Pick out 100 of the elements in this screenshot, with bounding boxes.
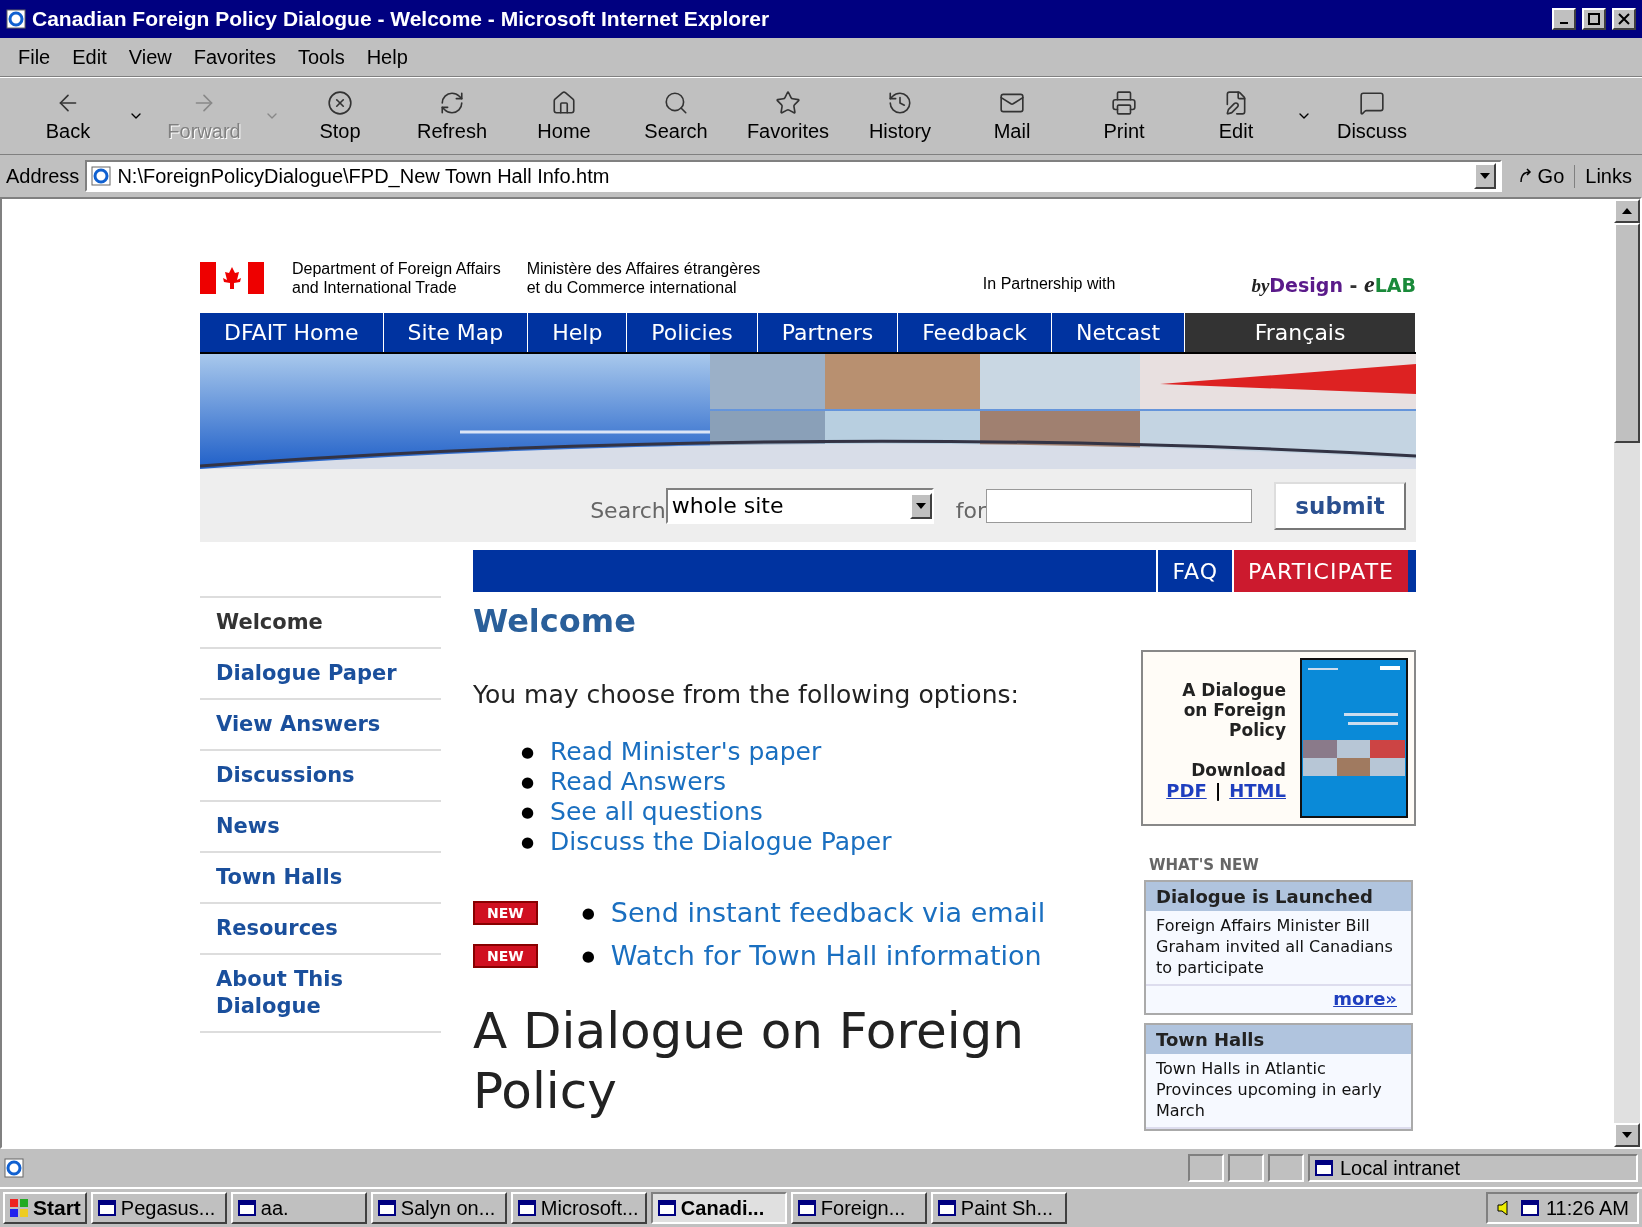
toolbar-button[interactable]: Back — [12, 89, 124, 143]
nav-link[interactable]: Feedback — [898, 313, 1052, 352]
dropdown-button[interactable] — [1473, 163, 1496, 189]
refresh-icon — [439, 89, 465, 116]
go-button[interactable]: Go — [1507, 164, 1576, 188]
pdf-link[interactable]: PDF — [1166, 780, 1207, 801]
search-label: Search — [590, 497, 666, 523]
history-icon — [887, 89, 913, 116]
app-icon — [516, 1198, 537, 1218]
status-pane — [1188, 1154, 1224, 1182]
more-link[interactable]: more» — [1146, 986, 1411, 1013]
home-icon — [551, 89, 577, 116]
sidebar-item[interactable]: About This Dialogue — [200, 953, 441, 1031]
app-icon — [656, 1198, 677, 1218]
option-link[interactable]: See all questions — [550, 797, 763, 827]
printer-icon — [1111, 89, 1137, 116]
page-icon — [4, 1158, 24, 1178]
minimize-button[interactable] — [1552, 8, 1576, 30]
toolbar-button[interactable]: Stop — [284, 89, 396, 143]
news-text: Foreign Affairs Minister Bill Graham invited all Canadians to participate — [1146, 911, 1411, 986]
nav-link[interactable]: Site Map — [383, 313, 529, 352]
dropdown-arrow-icon — [915, 502, 926, 509]
sidebar-item[interactable]: View Answers — [200, 698, 441, 749]
maximize-icon — [1588, 13, 1600, 25]
toolbar-button[interactable]: Search — [620, 89, 732, 143]
sidebar-item[interactable]: Welcome — [200, 596, 441, 647]
sidebar-item[interactable]: Dialogue Paper — [200, 647, 441, 698]
scroll-up-button[interactable] — [1614, 199, 1640, 223]
windows-logo-icon — [9, 1198, 29, 1218]
partnership-label: In Partnership with — [982, 274, 1116, 293]
option-link[interactable]: Read Answers — [550, 767, 726, 797]
option-link[interactable]: Read Minister's paper — [550, 737, 822, 767]
sidebar-item[interactable]: Resources — [200, 902, 441, 953]
go-arrow-icon — [1517, 168, 1534, 184]
taskbar-button[interactable]: Canadi... — [650, 1192, 787, 1224]
toolbar-button[interactable]: Refresh — [396, 89, 508, 143]
action-link[interactable]: PARTICIPATE — [1232, 550, 1408, 592]
bullet: ● — [581, 946, 595, 965]
html-link[interactable]: HTML — [1229, 780, 1286, 801]
scroll-down-button[interactable] — [1614, 1123, 1640, 1147]
scope-select[interactable]: whole site — [665, 487, 934, 524]
taskbar-button[interactable]: Paint Sh... — [930, 1192, 1067, 1224]
discuss-icon — [1359, 89, 1385, 116]
toolbar-button[interactable]: Edit — [1180, 89, 1292, 143]
department-name: Ministère des Affaires étrangères et du Commerce international — [526, 259, 761, 297]
window-title: Canadian Foreign Policy Dialogue - Welcome - Microsoft Internet Explorer — [32, 7, 771, 31]
close-button[interactable] — [1612, 8, 1636, 30]
scroll-thumb[interactable] — [1614, 223, 1640, 443]
app-icon — [236, 1198, 257, 1218]
nav-link[interactable]: Policies — [627, 313, 758, 352]
menu-item[interactable]: View — [120, 43, 180, 71]
menu-item[interactable]: File — [10, 43, 59, 71]
links-button[interactable]: Links — [1581, 164, 1636, 188]
app-icon — [376, 1198, 397, 1218]
clock: 11:26 AM — [1545, 1196, 1629, 1220]
toolbar-button[interactable]: History — [844, 89, 956, 143]
app-icon — [936, 1198, 957, 1218]
nav-link[interactable]: DFAIT Home — [200, 313, 384, 352]
dropdown-button[interactable] — [909, 492, 932, 519]
sidebar-item[interactable]: News — [200, 800, 441, 851]
minimize-icon — [1560, 22, 1568, 24]
news-link[interactable]: Watch for Town Hall information — [610, 940, 1042, 971]
new-badge: NEW — [473, 943, 538, 968]
bullet: ● — [521, 772, 535, 793]
toolbar-button[interactable]: Print — [1068, 89, 1180, 143]
taskbar-button[interactable]: Microsoft... — [510, 1192, 647, 1224]
new-badge: NEW — [473, 900, 538, 925]
nav-link[interactable]: Help — [528, 313, 628, 352]
department-name: Department of Foreign Affairs and International Trade — [292, 259, 501, 297]
taskbar-button[interactable]: Pegasus... — [90, 1192, 227, 1224]
taskbar-button[interactable]: aa. — [230, 1192, 367, 1224]
sidebar-item[interactable]: Discussions — [200, 749, 441, 800]
news-link[interactable]: Send instant feedback via email — [610, 897, 1046, 928]
sidebar-item[interactable]: Town Halls — [200, 851, 441, 902]
menu-item[interactable]: Tools — [289, 43, 353, 71]
toolbar-button[interactable]: Mail — [956, 89, 1068, 143]
search-field[interactable] — [986, 488, 1252, 523]
section-title: A Dialogue on Foreign Policy — [473, 1001, 1025, 1121]
toolbar-button[interactable]: Home — [508, 89, 620, 143]
option-link[interactable]: Discuss the Dialogue Paper — [550, 827, 892, 857]
taskbar-button[interactable]: Foreign... — [790, 1192, 927, 1224]
star-icon — [775, 89, 801, 116]
menu-item[interactable]: Favorites — [185, 43, 284, 71]
app-icon — [96, 1198, 117, 1218]
scrollbar[interactable] — [1614, 199, 1640, 1147]
menu-item[interactable]: Help — [358, 43, 416, 71]
nav-link[interactable]: Partners — [757, 313, 899, 352]
start-button[interactable]: Start — [3, 1192, 87, 1224]
bullet: ● — [521, 802, 535, 823]
address-field[interactable]: N:\ForeignPolicyDialogue\FPD_New Town Hall Info.htm — [85, 160, 1502, 192]
submit-button[interactable]: submit — [1274, 481, 1406, 530]
news-text: Town Halls in Atlantic Provinces upcoming in early March — [1146, 1054, 1411, 1129]
menu-item[interactable]: Edit — [64, 43, 115, 71]
taskbar-button[interactable]: Salyn on... — [370, 1192, 507, 1224]
maximize-button[interactable] — [1582, 8, 1606, 30]
toolbar-button[interactable]: Discuss — [1316, 89, 1428, 143]
page-heading: Welcome — [473, 602, 637, 640]
separator: | — [1214, 780, 1222, 801]
stop-icon — [327, 89, 353, 116]
toolbar-button[interactable]: Favorites — [732, 89, 844, 143]
